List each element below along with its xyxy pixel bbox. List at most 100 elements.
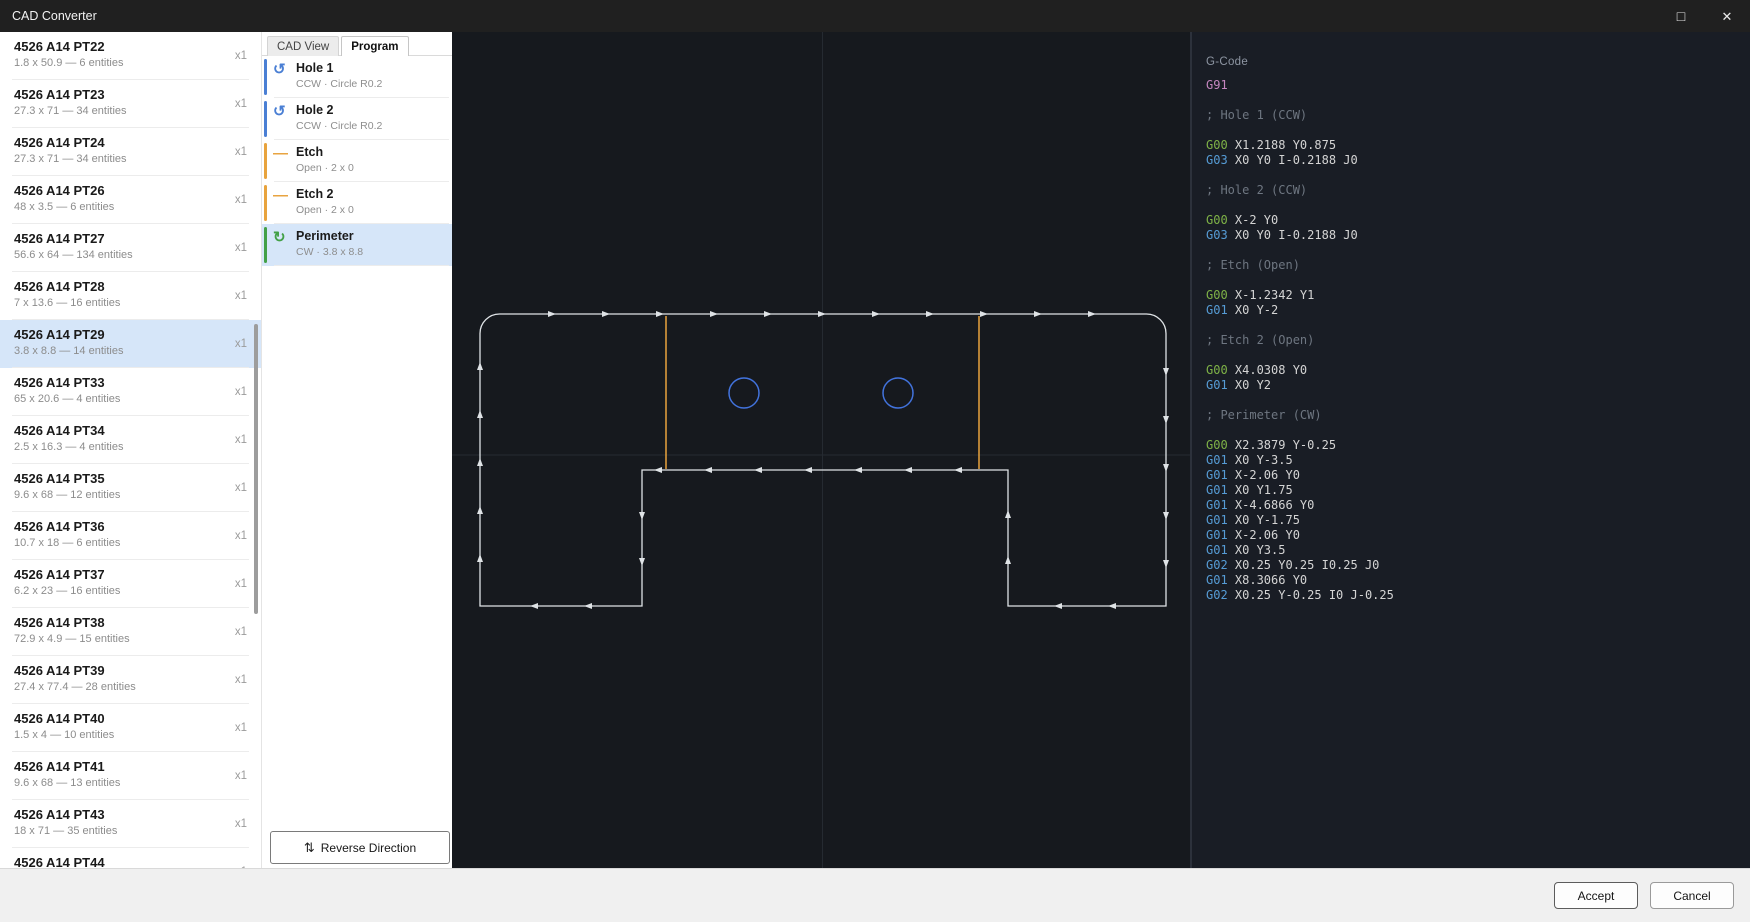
hole-circle-2[interactable] — [883, 378, 913, 408]
close-button[interactable]: ✕ — [1704, 0, 1750, 32]
part-quantity: x1 — [235, 146, 247, 158]
operation-title: Hole 1 — [296, 61, 446, 75]
operation-meta: Open · 2 x 0 — [296, 204, 446, 216]
part-name: 4526 A14 PT26 — [14, 183, 247, 198]
part-name: 4526 A14 PT27 — [14, 231, 247, 246]
reverse-icon: ⇅ — [304, 840, 315, 856]
gcode-line — [1206, 243, 1750, 258]
part-quantity: x1 — [235, 290, 247, 302]
part-list-item[interactable]: 4526 A14 PT4318 x 71 — 35 entitiesx1 — [0, 800, 261, 848]
operation-accent — [264, 59, 267, 95]
window-controls: □ ✕ — [1658, 0, 1750, 32]
part-name: 4526 A14 PT37 — [14, 567, 247, 582]
program-panel: CAD View Program ↺ Hole 1 CCW · Circle R0.… — [262, 32, 452, 868]
part-list-item[interactable]: 4526 A14 PT359.6 x 68 — 12 entitiesx1 — [0, 464, 261, 512]
parts-sidebar: 4526 A14 PT221.8 x 50.9 — 6 entitiesx1 45… — [0, 32, 262, 868]
part-list-item[interactable]: 4526 A14 PT44x1 — [0, 848, 261, 868]
gcode-line: ; Etch 2 (Open) — [1206, 333, 1750, 348]
tab-cad-view[interactable]: CAD View — [267, 36, 339, 56]
gcode-line — [1206, 198, 1750, 213]
part-list-item[interactable]: 4526 A14 PT2327.3 x 71 — 34 entitiesx1 — [0, 80, 261, 128]
gcode-line: ; Hole 1 (CCW) — [1206, 108, 1750, 123]
window-title: CAD Converter — [0, 9, 97, 23]
part-quantity: x1 — [235, 338, 247, 350]
part-meta: 27.3 x 71 — 34 entities — [14, 153, 247, 165]
operation-item[interactable]: —EtchOpen · 2 x 0 — [262, 140, 452, 182]
view-tabs: CAD View Program — [262, 32, 452, 56]
main-content: 4526 A14 PT221.8 x 50.9 — 6 entitiesx1 45… — [0, 32, 1750, 868]
operation-accent — [264, 143, 267, 179]
part-meta: 2.5 x 16.3 — 4 entities — [14, 441, 247, 453]
reverse-direction-button[interactable]: ⇅ Reverse Direction — [270, 831, 450, 864]
title-bar: CAD Converter □ ✕ — [0, 0, 1750, 32]
gcode-line: G00 X-2 Y0 — [1206, 213, 1750, 228]
part-list-item[interactable]: 4526 A14 PT221.8 x 50.9 — 6 entitiesx1 — [0, 32, 261, 80]
tab-program[interactable]: Program — [341, 36, 408, 56]
line-icon: — — [273, 146, 288, 161]
hole-circle-1[interactable] — [729, 378, 759, 408]
operation-item[interactable]: —Etch 2Open · 2 x 0 — [262, 182, 452, 224]
maximize-button[interactable]: □ — [1658, 0, 1704, 32]
operation-item[interactable]: ↺Hole 1CCW · Circle R0.2 — [262, 56, 452, 98]
gcode-line — [1206, 123, 1750, 138]
accept-button[interactable]: Accept — [1554, 882, 1638, 909]
cad-converter-window: CAD Converter □ ✕ 4526 A14 PT221.8 x 50.… — [0, 0, 1750, 922]
part-name: 4526 A14 PT33 — [14, 375, 247, 390]
part-quantity: x1 — [235, 626, 247, 638]
gcode-line: G01 X8.3066 Y0 — [1206, 573, 1750, 588]
cw-icon: ↻ — [273, 230, 286, 245]
ccw-icon: ↺ — [273, 104, 286, 119]
operation-title: Perimeter — [296, 229, 446, 243]
part-meta: 27.3 x 71 — 34 entities — [14, 105, 247, 117]
part-list-item[interactable]: 4526 A14 PT28 7 x 13.6 — 16 entitiesx1 — [0, 272, 261, 320]
part-quantity: x1 — [235, 530, 247, 542]
gcode-header: G-Code — [1206, 56, 1750, 68]
gcode-line: G00 X-1.2342 Y1 — [1206, 288, 1750, 303]
operation-meta: CCW · Circle R0.2 — [296, 120, 446, 132]
part-list-item[interactable]: 4526 A14 PT342.5 x 16.3 — 4 entitiesx1 — [0, 416, 261, 464]
gcode-line: G01 X0 Y2 — [1206, 378, 1750, 393]
part-meta: 65 x 20.6 — 4 entities — [14, 393, 247, 405]
gcode-line: G00 X2.3879 Y-0.25 — [1206, 438, 1750, 453]
part-meta: 27.4 x 77.4 — 28 entities — [14, 681, 247, 693]
gcode-line: G01 X0 Y-3.5 — [1206, 453, 1750, 468]
scrollbar-thumb[interactable] — [254, 324, 258, 614]
gcode-line: G91 — [1206, 78, 1750, 93]
cancel-button[interactable]: Cancel — [1650, 882, 1734, 909]
operation-accent — [264, 101, 267, 137]
part-list-item[interactable]: 4526 A14 PT2648 x 3.5 — 6 entitiesx1 — [0, 176, 261, 224]
operation-meta: CCW · Circle R0.2 — [296, 78, 446, 90]
gcode-line — [1206, 423, 1750, 438]
cad-canvas[interactable] — [452, 32, 1190, 868]
line-icon: — — [273, 188, 288, 203]
part-name: 4526 A14 PT41 — [14, 759, 247, 774]
part-meta: 18 x 71 — 35 entities — [14, 825, 247, 837]
part-meta: 7 x 13.6 — 16 entities — [14, 297, 247, 309]
gcode-line — [1206, 168, 1750, 183]
part-name: 4526 A14 PT23 — [14, 87, 247, 102]
part-meta: 1.8 x 50.9 — 6 entities — [14, 57, 247, 69]
footer-bar: Accept Cancel — [0, 868, 1750, 922]
part-list-item[interactable]: 4526 A14 PT293.8 x 8.8 — 14 entitiesx1 — [0, 320, 261, 368]
part-list-item[interactable]: 4526 A14 PT376.2 x 23 — 16 entitiesx1 — [0, 560, 261, 608]
part-list-item[interactable]: 4526 A14 PT33 65 x 20.6 — 4 entitiesx1 — [0, 368, 261, 416]
gcode-line: G01 X-4.6866 Y0 — [1206, 498, 1750, 513]
part-list-item[interactable]: 4526 A14 PT401.5 x 4 — 10 entitiesx1 — [0, 704, 261, 752]
part-list-item[interactable]: 4526 A14 PT3610.7 x 18 — 6 entitiesx1 — [0, 512, 261, 560]
part-list-item[interactable]: 4526 A14 PT2427.3 x 71 — 34 entitiesx1 — [0, 128, 261, 176]
part-list-item[interactable]: 4526 A14 PT3927.4 x 77.4 — 28 entitiesx1 — [0, 656, 261, 704]
part-name: 4526 A14 PT34 — [14, 423, 247, 438]
gcode-line — [1206, 348, 1750, 363]
operation-meta: Open · 2 x 0 — [296, 162, 446, 174]
gcode-line: G01 X0 Y-1.75 — [1206, 513, 1750, 528]
close-icon: ✕ — [1722, 10, 1733, 23]
operation-item[interactable]: ↺Hole 2CCW · Circle R0.2 — [262, 98, 452, 140]
part-list-item[interactable]: 4526 A14 PT2756.6 x 64 — 134 entitiesx1 — [0, 224, 261, 272]
gcode-line: G02 X0.25 Y0.25 I0.25 J0 — [1206, 558, 1750, 573]
part-list-item[interactable]: 4526 A14 PT3872.9 x 4.9 — 15 entitiesx1 — [0, 608, 261, 656]
part-list-item[interactable]: 4526 A14 PT419.6 x 68 — 13 entitiesx1 — [0, 752, 261, 800]
operation-item[interactable]: ↻PerimeterCW · 3.8 x 8.8 — [262, 224, 452, 266]
part-quantity: x1 — [235, 482, 247, 494]
part-name: 4526 A14 PT28 — [14, 279, 247, 294]
part-quantity: x1 — [235, 386, 247, 398]
